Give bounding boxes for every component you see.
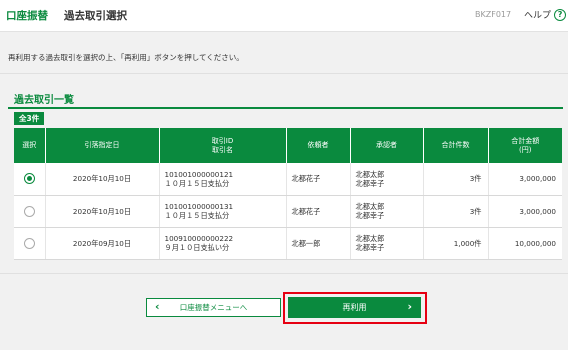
col-header-amount: 合計金額 (円) xyxy=(488,128,562,163)
requester-cell: 北都花子 xyxy=(286,163,351,196)
screen-id: BKZF017 xyxy=(475,10,512,19)
radio-button[interactable] xyxy=(23,205,35,217)
help-label: ヘルプ xyxy=(524,11,552,21)
approver-cell: 北都太郎 北都幸子 xyxy=(350,227,424,260)
date-cell: 2020年10月10日 xyxy=(45,163,160,196)
select-cell[interactable] xyxy=(14,227,46,260)
select-cell[interactable] xyxy=(14,163,46,196)
chevron-left-icon: ‹ xyxy=(155,300,160,313)
table-row[interactable]: 2020年09月10日 100910000000222 ９月１０日支払い分 北都一… xyxy=(14,227,562,260)
col-header-date: 引落指定日 xyxy=(45,128,160,163)
col-header-approver: 承認者 xyxy=(350,128,424,163)
reuse-button-label: 再利用 xyxy=(342,303,367,312)
section-underline xyxy=(8,107,563,109)
approver-cell: 北都太郎 北都幸子 xyxy=(350,195,424,228)
requester-cell: 北都一郎 xyxy=(286,227,351,260)
transactions-table: 選択 引落指定日 取引ID 取引名 依頼者 承認者 合計件数 合計金額 (円) 20… xyxy=(14,128,562,260)
radio-button[interactable] xyxy=(23,173,35,185)
divider xyxy=(0,73,568,74)
count-cell: 3件 xyxy=(423,195,489,228)
header: 口座振替 過去取引選択 BKZF017 ヘルプ ? xyxy=(0,0,568,32)
amount-cell: 10,000,000 xyxy=(488,227,562,260)
help-link[interactable]: ヘルプ ? xyxy=(524,8,567,21)
question-icon: ? xyxy=(554,8,567,21)
back-to-menu-button[interactable]: ‹ 口座振替メニューへ xyxy=(146,298,281,317)
count-cell: 3件 xyxy=(423,163,489,196)
col-header-select: 選択 xyxy=(14,128,46,163)
brand-title: 口座振替 xyxy=(6,10,48,22)
section-title: 過去取引一覧 xyxy=(14,95,74,106)
reuse-button[interactable]: 再利用 › xyxy=(288,297,421,318)
transaction-cell: 100910000000222 ９月１０日支払い分 xyxy=(159,227,287,260)
requester-cell: 北都花子 xyxy=(286,195,351,228)
col-header-transaction: 取引ID 取引名 xyxy=(159,128,287,163)
col-header-count: 合計件数 xyxy=(423,128,489,163)
amount-cell: 3,000,000 xyxy=(488,163,562,196)
date-cell: 2020年09月10日 xyxy=(45,227,160,260)
reuse-button-highlight: 再利用 › xyxy=(283,292,427,324)
transaction-cell: 101001000000131 １０月１５日支払分 xyxy=(159,195,287,228)
count-cell: 1,000件 xyxy=(423,227,489,260)
back-button-label: 口座振替メニューへ xyxy=(179,303,248,312)
approver-cell: 北都太郎 北都幸子 xyxy=(350,163,424,196)
table-row[interactable]: 2020年10月10日 101001000000121 １０月１５日支払分 北都花… xyxy=(14,163,562,196)
date-cell: 2020年10月10日 xyxy=(45,195,160,228)
transaction-cell: 101001000000121 １０月１５日支払分 xyxy=(159,163,287,196)
chevron-right-icon: › xyxy=(407,300,412,313)
table-row[interactable]: 2020年10月10日 101001000000131 １０月１５日支払分 北都花… xyxy=(14,195,562,228)
divider xyxy=(0,273,568,274)
radio-button[interactable] xyxy=(23,237,35,249)
select-cell[interactable] xyxy=(14,195,46,228)
instruction-text: 再利用する過去取引を選択の上、「再利用」ボタンを押してください。 xyxy=(8,53,244,62)
count-badge: 全3件 xyxy=(14,112,45,125)
col-header-requester: 依頼者 xyxy=(286,128,351,163)
table-header-row: 選択 引落指定日 取引ID 取引名 依頼者 承認者 合計件数 合計金額 (円) xyxy=(14,128,562,163)
page-title: 過去取引選択 xyxy=(64,10,127,22)
amount-cell: 3,000,000 xyxy=(488,195,562,228)
